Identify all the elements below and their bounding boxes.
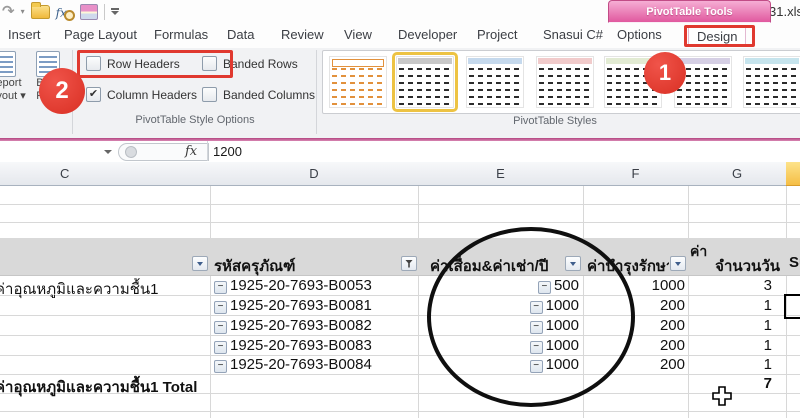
pivot-header-h: Su: [789, 254, 800, 271]
column-headers-label: Column Headers: [107, 88, 197, 102]
formula-input[interactable]: 1200: [213, 144, 242, 159]
table-row[interactable]: 1925-20-7693-B0081 1000 200 1: [0, 295, 800, 316]
empty-row[interactable]: [0, 186, 800, 205]
step-1-badge: 1: [644, 52, 686, 94]
empty-row[interactable]: [0, 222, 800, 239]
style-thumbnail-cyan[interactable]: [743, 56, 800, 108]
column-header-e[interactable]: E: [418, 162, 584, 186]
table-row[interactable]: 1925-20-7693-B0084 1000 200 1: [0, 355, 800, 375]
cell-g[interactable]: 1: [688, 297, 772, 314]
collapse-icon[interactable]: [214, 301, 227, 314]
open-folder-icon[interactable]: [31, 5, 50, 19]
magnifier-icon: [64, 10, 75, 21]
style-thumbnail-blue[interactable]: [466, 56, 524, 108]
formula-bar-cap: fx: [118, 143, 209, 161]
cell-g[interactable]: 1: [688, 337, 772, 354]
empty-row[interactable]: [0, 204, 800, 223]
tab-review[interactable]: Review: [281, 27, 324, 47]
cell-d[interactable]: 1925-20-7693-B0081: [214, 297, 372, 314]
banded-columns-label: Banded Columns: [223, 88, 315, 102]
name-box-dropdown-icon[interactable]: [104, 150, 112, 154]
pivot-header-row[interactable]: ค่า รหัสครุภัณฑ์ ค่าเสื่อม&ค่าเช่า/ปี ค่…: [0, 238, 800, 276]
column-header-c[interactable]: C: [0, 162, 211, 186]
pivottable-styles-gallery: [322, 50, 800, 114]
empty-row[interactable]: [0, 393, 800, 412]
filter-applied-d[interactable]: [401, 256, 417, 271]
selected-cell-border[interactable]: [784, 294, 800, 319]
tab-developer[interactable]: Developer: [398, 27, 457, 47]
style-thumbnail-selected[interactable]: [396, 56, 454, 108]
style-thumbnail-orange[interactable]: [329, 56, 387, 108]
tab-formulas[interactable]: Formulas: [154, 27, 208, 47]
ellipse-annotation: [427, 227, 635, 407]
report-layout-icon[interactable]: [0, 51, 16, 77]
tab-insert[interactable]: Insert: [8, 27, 41, 47]
table-row[interactable]: 1925-20-7693-B0082 1000 200 1: [0, 315, 800, 336]
document-title: 31.xls: [769, 4, 800, 19]
pivottable-tools-header: PivotTable Tools: [608, 0, 771, 23]
collapse-icon[interactable]: [214, 321, 227, 334]
excel-plus-cursor: [710, 384, 734, 408]
customize-qat-icon[interactable]: [111, 8, 119, 15]
tab-view[interactable]: View: [344, 27, 372, 47]
cell-d[interactable]: 1925-20-7693-B0084: [214, 356, 372, 373]
collapse-icon[interactable]: [214, 281, 227, 294]
redo-dropdown-icon[interactable]: ▾: [21, 7, 25, 16]
table-row[interactable]: ค่าอุณหภูมิและความชื้น1 1925-20-7693-B00…: [0, 275, 800, 296]
column-headers-checkbox[interactable]: [86, 87, 101, 102]
toolbar-separator: [104, 4, 105, 20]
step-2-badge: 2: [39, 68, 85, 114]
quick-access-toolbar: ↷ ▾ fx: [2, 1, 119, 22]
redo-icon[interactable]: ↷: [2, 2, 15, 22]
formula-bar-divider: [207, 141, 208, 161]
column-header-d[interactable]: D: [210, 162, 419, 186]
row-headers-highlight-rect: [77, 50, 233, 78]
collapse-icon[interactable]: [214, 360, 227, 373]
column-header-g[interactable]: G: [688, 162, 787, 186]
cell-g[interactable]: 1: [688, 356, 772, 373]
tab-project[interactable]: Project: [477, 27, 517, 47]
style-options-group-label: PivotTable Style Options: [80, 114, 310, 126]
tab-snasui[interactable]: Snasui C#: [543, 27, 603, 47]
formula-bar-dot: [125, 146, 137, 158]
fx-button[interactable]: fx: [185, 144, 197, 159]
cell-d[interactable]: 1925-20-7693-B0083: [214, 337, 372, 354]
column-header-h-selected[interactable]: [786, 162, 800, 186]
banded-rows-label: Banded Rows: [223, 57, 298, 71]
tab-options[interactable]: Options: [617, 27, 662, 47]
ribbon-tab-strip: Insert Page Layout Formulas Data Review …: [0, 23, 800, 48]
insert-function-icon[interactable]: fx: [56, 4, 74, 20]
tab-data[interactable]: Data: [227, 27, 254, 47]
cell-d[interactable]: 1925-20-7693-B0053: [214, 277, 372, 294]
group-divider: [316, 50, 317, 134]
excel-window: ↷ ▾ fx 31.xls PivotTable Tools Insert Pa…: [0, 0, 800, 418]
tab-page-layout[interactable]: Page Layout: [64, 27, 137, 47]
filter-dropdown-c[interactable]: [192, 256, 208, 271]
column-headers-option[interactable]: Column Headers: [86, 87, 197, 102]
banded-columns-checkbox[interactable]: [202, 87, 217, 102]
worksheet-grid[interactable]: ค่า รหัสครุภัณฑ์ ค่าเสื่อม&ค่าเช่า/ปี ค่…: [0, 186, 800, 418]
column-header-f[interactable]: F: [583, 162, 689, 186]
cell-d[interactable]: 1925-20-7693-B0082: [214, 317, 372, 334]
cell-g[interactable]: 3: [688, 277, 772, 294]
funnel-icon: [405, 260, 413, 268]
table-row[interactable]: 1925-20-7693-B0083 1000 200 1: [0, 335, 800, 356]
cell-g[interactable]: 1: [688, 317, 772, 334]
total-row[interactable]: ค่าอุณหภูมิและความชื้น1 Total 7: [0, 374, 800, 394]
empty-row[interactable]: [0, 411, 800, 418]
design-tab-highlight-rect: [684, 25, 755, 47]
styles-group-label: PivotTable Styles: [420, 115, 690, 127]
formula-bar: fx 1200: [0, 141, 800, 163]
collapse-icon[interactable]: [214, 341, 227, 354]
banded-columns-option[interactable]: Banded Columns: [202, 87, 315, 102]
style-thumbnail-pink[interactable]: [536, 56, 594, 108]
filter-dropdown-f[interactable]: [670, 256, 686, 271]
gallery-icon[interactable]: [80, 4, 98, 20]
